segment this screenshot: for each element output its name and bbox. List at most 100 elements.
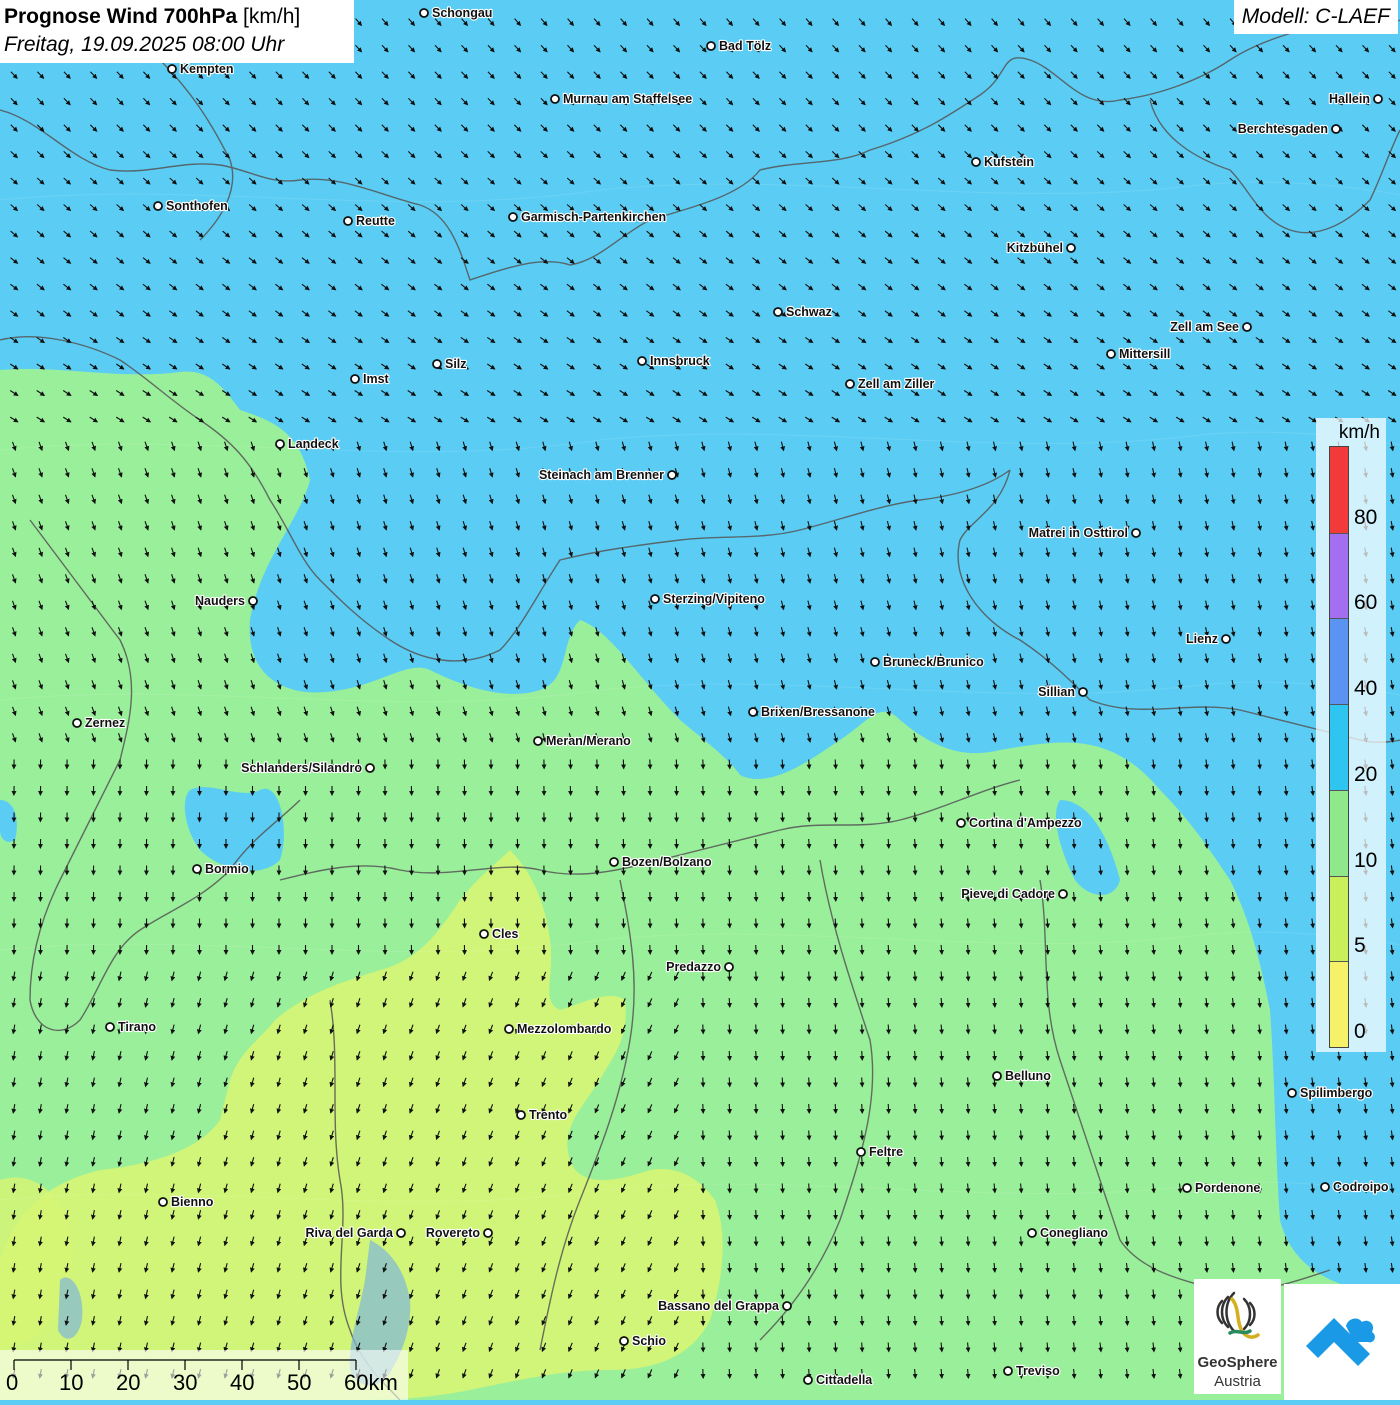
scale-label: 50 xyxy=(287,1370,311,1396)
wind-arrow xyxy=(809,998,810,1007)
city-dot xyxy=(668,471,676,479)
wind-arrow xyxy=(729,892,730,901)
legend-segment xyxy=(1330,447,1348,533)
wind-arrow xyxy=(835,1131,836,1140)
city-label: Reutte xyxy=(356,214,395,228)
wind-arrow xyxy=(782,1316,783,1325)
wind-arrow xyxy=(888,1343,889,1352)
city-label: Meran/Merano xyxy=(546,734,631,748)
city-label: Nauders xyxy=(195,594,245,608)
wind-arrow xyxy=(862,1263,863,1272)
city-label: Imst xyxy=(363,372,390,386)
wind-arrow xyxy=(782,1369,783,1378)
city-label: Zell am Ziller xyxy=(858,377,935,391)
wind-arrow xyxy=(835,839,836,848)
wind-arrow xyxy=(756,1184,757,1193)
city-dot xyxy=(651,595,659,603)
city-label: Pordenone xyxy=(1195,1181,1260,1195)
model-label: Modell: C-LAEF xyxy=(1234,0,1398,34)
wind-arrow xyxy=(729,760,730,769)
wind-arrow xyxy=(862,1025,863,1034)
wind-arrow xyxy=(862,1157,863,1166)
legend-segment xyxy=(1330,876,1348,962)
city-garmisch-partenkirchen: Garmisch-Partenkirchen xyxy=(509,210,666,224)
wind-arrow xyxy=(862,1343,863,1352)
city-label: Sonthofen xyxy=(166,199,228,213)
wind-arrow xyxy=(835,919,836,928)
legend-segment xyxy=(1330,618,1348,704)
wind-arrow xyxy=(809,1131,810,1140)
wind-arrow xyxy=(835,1343,836,1352)
city-dot xyxy=(517,1111,525,1119)
city-label: Sterzing/Vipiteno xyxy=(663,592,765,606)
city-dot xyxy=(106,1023,114,1031)
city-label: Conegliano xyxy=(1040,1226,1108,1240)
wind-arrow xyxy=(729,866,730,875)
city-dot xyxy=(1079,688,1087,696)
city-dot xyxy=(1288,1089,1296,1097)
wind-arrow xyxy=(782,866,783,875)
geosphere-country: Austria xyxy=(1194,1373,1281,1390)
city-label: Murnau am Staffelsee xyxy=(563,92,692,106)
wind-arrow xyxy=(862,1290,863,1299)
wind-arrow xyxy=(756,1369,757,1378)
wind-arrow xyxy=(756,945,757,954)
city-dot xyxy=(1374,95,1382,103)
city-dot xyxy=(193,865,201,873)
city-dot xyxy=(638,357,646,365)
city-dot xyxy=(1243,323,1251,331)
city-label: Belluno xyxy=(1005,1069,1051,1083)
wind-arrow xyxy=(756,786,757,795)
city-berchtesgaden: Berchtesgaden xyxy=(1238,122,1340,136)
city-label: Schio xyxy=(632,1334,666,1348)
wind-arrow xyxy=(782,1237,783,1246)
city-dot xyxy=(351,375,359,383)
app-logo xyxy=(1284,1284,1400,1400)
wind-arrow xyxy=(782,1025,783,1034)
city-label: Cortina d'Ampezzo xyxy=(969,816,1082,830)
wind-arrow xyxy=(729,1104,730,1113)
city-dot xyxy=(159,1198,167,1206)
wind-arrow xyxy=(862,945,863,954)
wind-arrow xyxy=(809,786,810,795)
wind-arrow xyxy=(809,1051,810,1060)
scale-label: 60km xyxy=(344,1370,398,1396)
city-dot xyxy=(168,65,176,73)
wind-arrow xyxy=(782,1157,783,1166)
wind-arrow xyxy=(756,813,757,822)
wind-arrow xyxy=(756,1263,757,1272)
wind-arrow xyxy=(888,866,889,875)
city-label: Bormio xyxy=(205,862,249,876)
wind-arrow xyxy=(756,760,757,769)
city-dot xyxy=(725,963,733,971)
wind-arrow xyxy=(888,1316,889,1325)
city-meran-merano: Meran/Merano xyxy=(534,734,631,748)
legend-segment xyxy=(1330,790,1348,876)
wind-arrow xyxy=(888,892,889,901)
city-dot xyxy=(249,597,257,605)
city-dot xyxy=(1059,890,1067,898)
scale-bar: 0102030405060km xyxy=(0,1350,408,1400)
wind-arrow xyxy=(809,813,810,822)
wind-arrow xyxy=(782,998,783,1007)
city-bozen-bolzano: Bozen/Bolzano xyxy=(610,855,712,869)
city-label: Cles xyxy=(492,927,518,941)
legend-segment xyxy=(1330,704,1348,790)
city-label: Trento xyxy=(529,1108,568,1122)
wind-arrow xyxy=(888,1184,889,1193)
wind-arrow xyxy=(729,1237,730,1246)
wind-arrow xyxy=(835,1290,836,1299)
wind-arrow xyxy=(756,1343,757,1352)
wind-arrow xyxy=(729,1184,730,1193)
city-dot xyxy=(366,764,374,772)
wind-arrow xyxy=(782,919,783,928)
city-label: Brixen/Bressanone xyxy=(761,705,875,719)
city-dot xyxy=(420,9,428,17)
city-dot xyxy=(276,440,284,448)
wind-arrow xyxy=(809,945,810,954)
wind-arrow xyxy=(809,1210,810,1219)
wind-arrow xyxy=(888,945,889,954)
wind-arrow xyxy=(888,1025,889,1034)
city-dot xyxy=(972,158,980,166)
city-label: Berchtesgaden xyxy=(1238,122,1328,136)
